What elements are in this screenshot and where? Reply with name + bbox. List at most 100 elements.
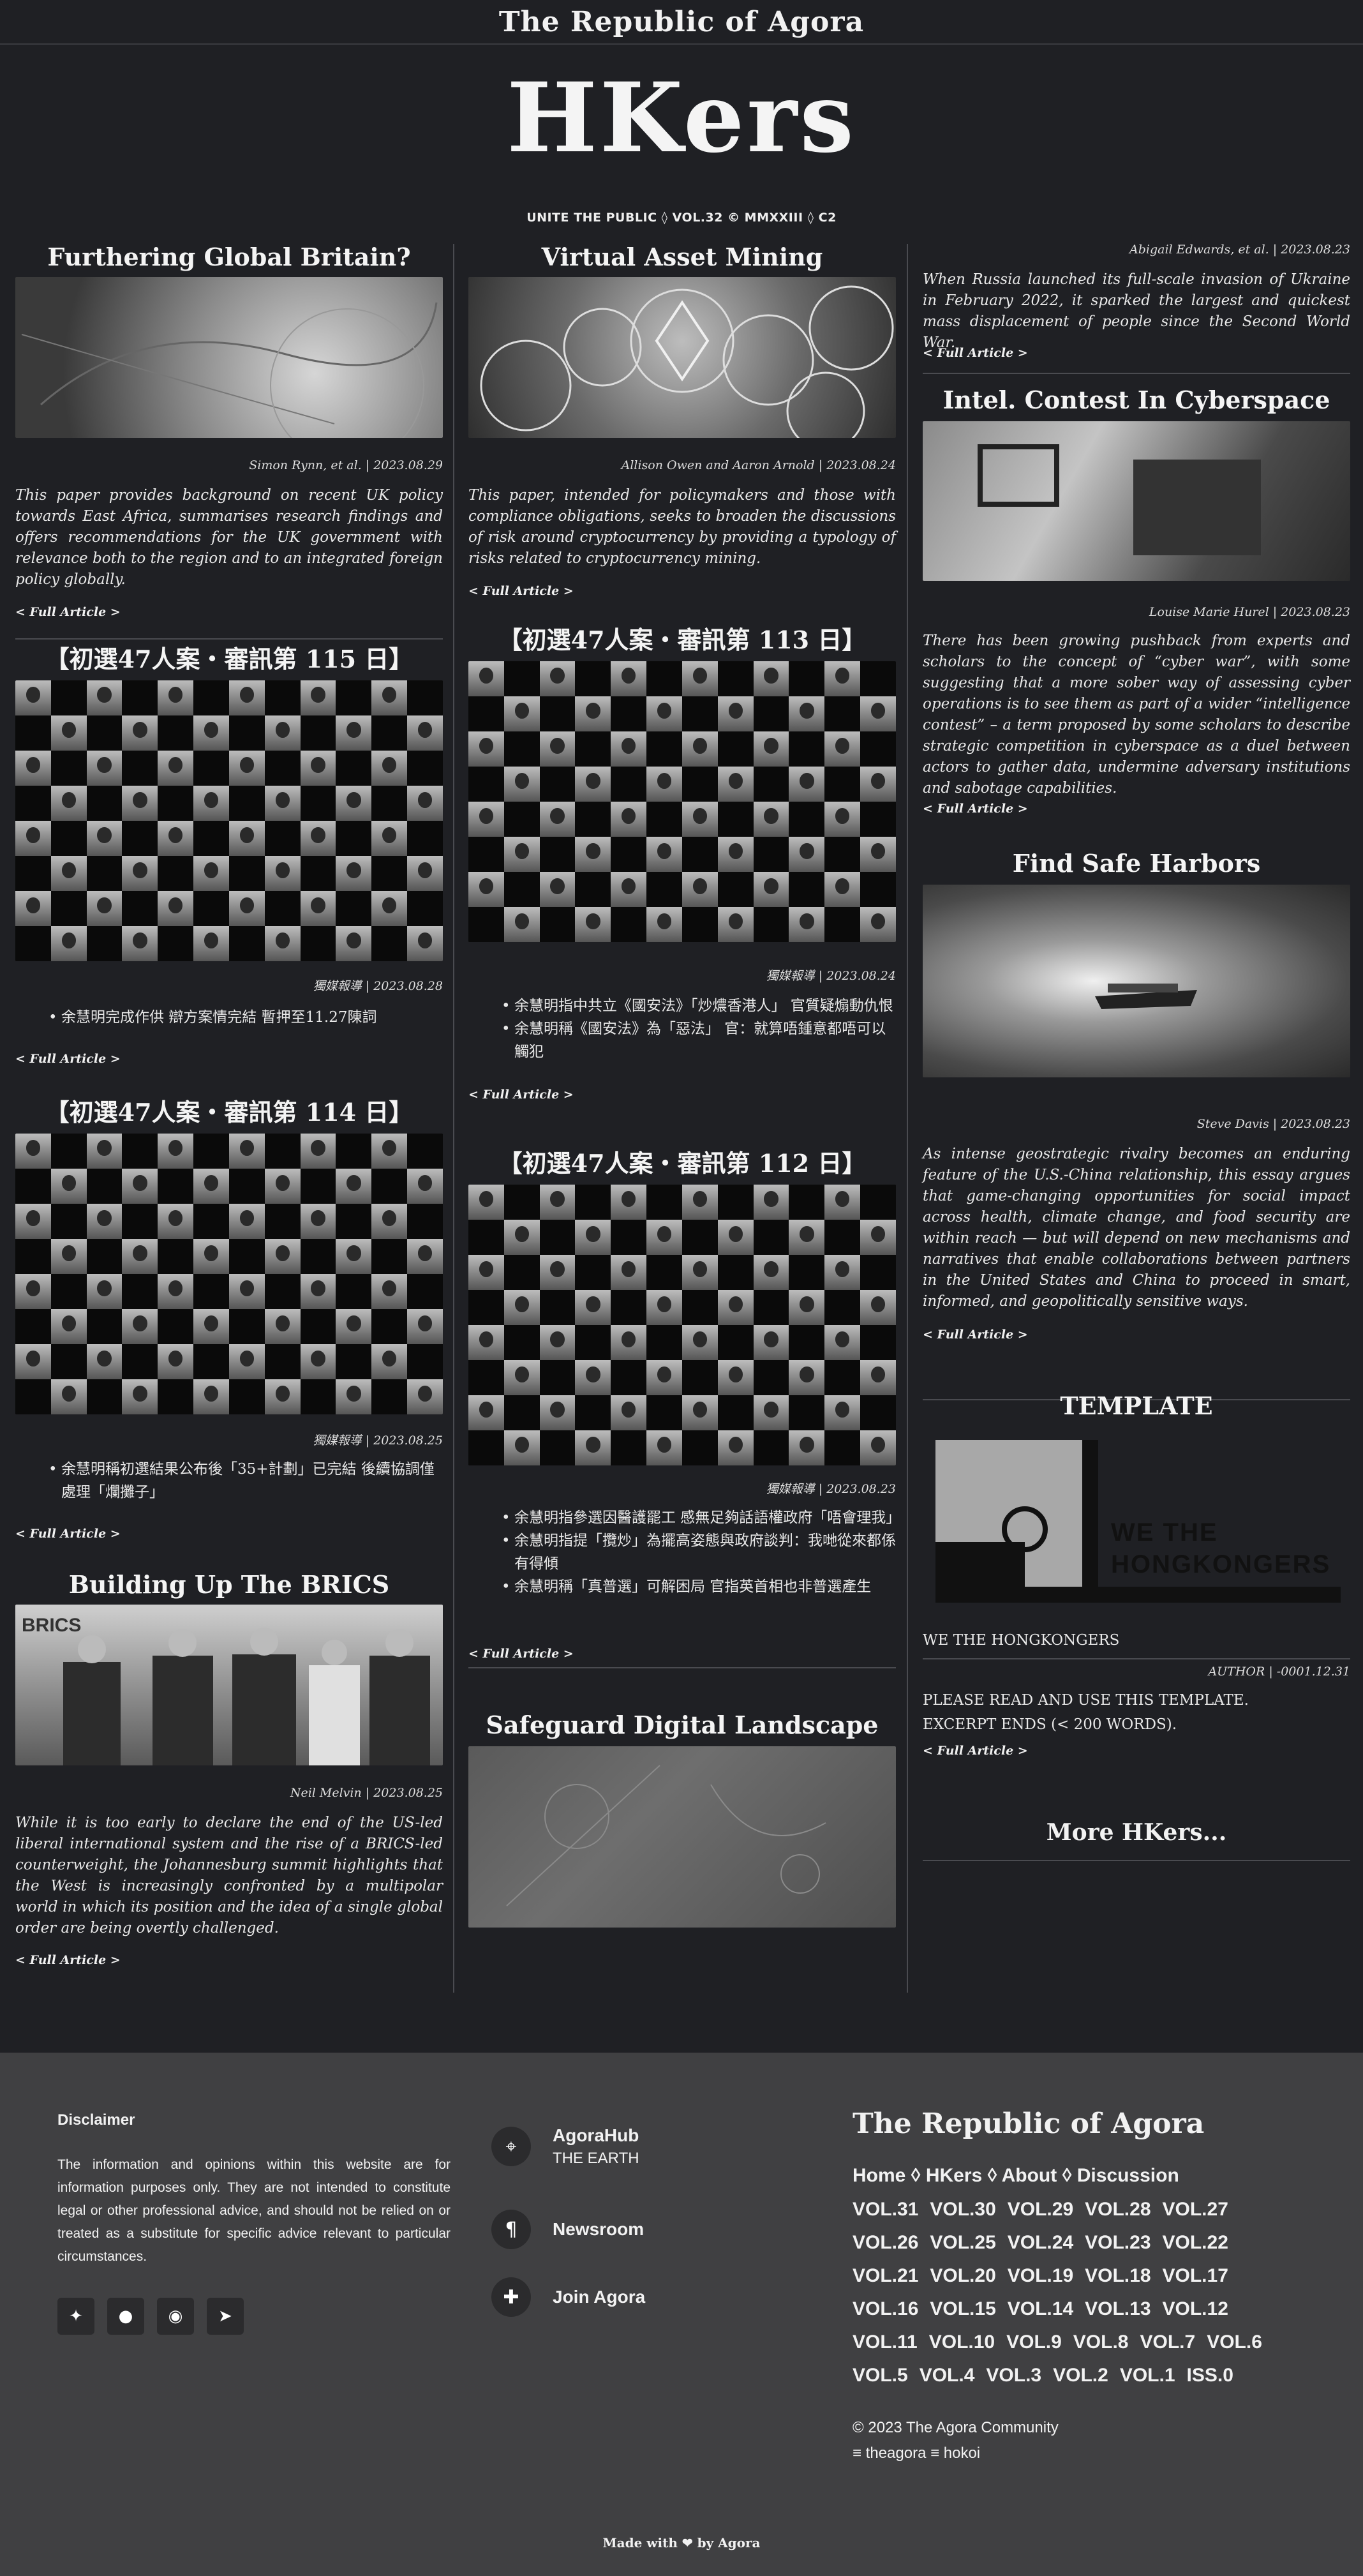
- full-article-link[interactable]: < Full Article >: [923, 802, 1028, 816]
- volume-link[interactable]: VOL.21: [853, 2259, 918, 2293]
- puzzle-icon: ✚: [491, 2277, 531, 2317]
- full-article-link[interactable]: < Full Article >: [923, 346, 1028, 360]
- telegram-icon[interactable]: ➤: [207, 2298, 244, 2335]
- portrait-cell: [407, 1204, 443, 1239]
- volume-link[interactable]: VOL.4: [920, 2359, 975, 2392]
- article-title[interactable]: 【初選47人案・審訊第 113 日】: [468, 625, 896, 655]
- portrait-cell: [717, 1360, 754, 1395]
- full-article-link[interactable]: < Full Article >: [468, 584, 574, 598]
- portrait-cell: [15, 821, 51, 856]
- volume-link[interactable]: VOL.22: [1163, 2226, 1228, 2259]
- full-article-link[interactable]: < Full Article >: [923, 1328, 1028, 1342]
- volume-link[interactable]: VOL.25: [930, 2226, 995, 2259]
- article-image-digital[interactable]: [468, 1746, 896, 1928]
- article-image-cyber[interactable]: [923, 421, 1350, 581]
- portrait-cell: [503, 837, 540, 872]
- site-brand[interactable]: The Republic of Agora: [499, 6, 864, 38]
- hkers-logo[interactable]: HKers: [0, 64, 1363, 172]
- article-image-portraits[interactable]: [15, 1134, 443, 1414]
- footer-link-agorahub[interactable]: ⌖ AgoraHub THE EARTH: [491, 2125, 639, 2168]
- portrait-cell: [50, 786, 87, 821]
- full-article-link[interactable]: < Full Article >: [468, 1647, 574, 1661]
- article-title[interactable]: Find Safe Harbors: [923, 849, 1350, 878]
- article-image-brics[interactable]: BRICS: [15, 1605, 443, 1765]
- more-hkers-link[interactable]: More HKers...: [923, 1819, 1350, 1846]
- volume-link[interactable]: VOL.31: [853, 2193, 918, 2226]
- volume-link[interactable]: VOL.11: [853, 2326, 918, 2359]
- portrait-cell: [50, 1239, 87, 1274]
- volume-link[interactable]: VOL.20: [930, 2259, 995, 2293]
- article-image-portraits[interactable]: [468, 661, 896, 942]
- volume-link[interactable]: VOL.17: [1163, 2259, 1228, 2293]
- volume-link[interactable]: VOL.2: [1053, 2359, 1108, 2392]
- article-title[interactable]: 【初選47人案・審訊第 115 日】: [15, 645, 443, 674]
- volume-link[interactable]: VOL.5: [853, 2359, 908, 2392]
- portrait-cell: [539, 731, 576, 767]
- portrait-cell: [860, 1395, 896, 1430]
- reddit-icon[interactable]: ◉: [157, 2298, 194, 2335]
- portrait-cell: [371, 1274, 408, 1309]
- article-title[interactable]: Virtual Asset Mining: [468, 243, 896, 272]
- volume-link[interactable]: VOL.10: [929, 2326, 995, 2359]
- portrait-cell: [503, 872, 540, 907]
- portrait-cell: [122, 821, 158, 856]
- portrait-cell: [717, 1395, 754, 1430]
- full-article-link[interactable]: < Full Article >: [468, 1088, 574, 1102]
- twitter-icon[interactable]: ✦: [57, 2298, 94, 2335]
- full-article-link[interactable]: < Full Article >: [15, 1052, 121, 1066]
- full-article-link[interactable]: < Full Article >: [923, 1744, 1028, 1758]
- article-title[interactable]: Furthering Global Britain?: [15, 243, 443, 272]
- volume-link[interactable]: VOL.28: [1085, 2193, 1151, 2226]
- portrait-cell: [228, 715, 265, 751]
- portrait-cell: [122, 1239, 158, 1274]
- article-title[interactable]: Building Up The BRICS: [15, 1570, 443, 1599]
- footer-link-join[interactable]: ✚ Join Agora: [491, 2277, 645, 2317]
- article-image-portraits[interactable]: [468, 1185, 896, 1465]
- volume-link[interactable]: VOL.19: [1008, 2259, 1073, 2293]
- article-bullets: 余慧明指參選因醫護罷工 感無足夠話語權政府「唔會理我」 余慧明指提「攬炒」為擺高…: [468, 1506, 900, 1598]
- footer-link-newsroom[interactable]: ¶ Newsroom: [491, 2210, 644, 2249]
- article-image-portraits[interactable]: [15, 680, 443, 961]
- portrait-cell: [264, 891, 301, 926]
- volume-link[interactable]: VOL.27: [1163, 2193, 1228, 2226]
- volume-link[interactable]: VOL.13: [1085, 2293, 1151, 2326]
- volume-link[interactable]: VOL.23: [1085, 2226, 1151, 2259]
- portrait-cell: [336, 1309, 372, 1344]
- volume-link[interactable]: VOL.15: [930, 2293, 995, 2326]
- article-image-coins[interactable]: [468, 277, 896, 438]
- portrait-cell: [228, 786, 265, 821]
- footer-nav[interactable]: Home ◊ HKers ◊ About ◊ Discussion: [853, 2165, 1179, 2187]
- article-title[interactable]: Intel. Contest In Cyberspace: [923, 386, 1350, 415]
- github-icon[interactable]: ●: [107, 2298, 144, 2335]
- volume-link[interactable]: VOL.8: [1073, 2326, 1129, 2359]
- article-title[interactable]: Safeguard Digital Landscape: [468, 1711, 896, 1740]
- article-image-globe[interactable]: [15, 277, 443, 438]
- portrait-cell: [122, 1204, 158, 1239]
- footer-brand[interactable]: The Republic of Agora: [853, 2108, 1204, 2140]
- social-links: ✦ ● ◉ ➤: [57, 2298, 244, 2335]
- full-article-link[interactable]: < Full Article >: [15, 605, 121, 619]
- article-title[interactable]: 【初選47人案・審訊第 114 日】: [15, 1098, 443, 1127]
- volume-link[interactable]: VOL.26: [853, 2226, 918, 2259]
- volume-link[interactable]: VOL.24: [1008, 2226, 1073, 2259]
- volume-link[interactable]: VOL.3: [986, 2359, 1041, 2392]
- volume-link[interactable]: VOL.30: [930, 2193, 995, 2226]
- article-card: Find Safe Harbors Steve Davis | 2023.08.…: [923, 849, 1350, 1342]
- volume-link[interactable]: VOL.9: [1006, 2326, 1062, 2359]
- volume-link[interactable]: VOL.7: [1140, 2326, 1196, 2359]
- volume-link[interactable]: VOL.1: [1120, 2359, 1175, 2392]
- article-image-harbor[interactable]: [923, 885, 1350, 1077]
- social-handles[interactable]: ≡ theagora ≡ hokoi: [853, 2445, 980, 2462]
- volume-link[interactable]: VOL.14: [1008, 2293, 1073, 2326]
- full-article-link[interactable]: < Full Article >: [15, 1953, 121, 1967]
- volume-link[interactable]: VOL.16: [853, 2293, 918, 2326]
- article-title[interactable]: TEMPLATE: [923, 1391, 1350, 1421]
- volume-link[interactable]: VOL.6: [1207, 2326, 1262, 2359]
- volume-link[interactable]: VOL.12: [1163, 2293, 1228, 2326]
- volume-link[interactable]: VOL.29: [1008, 2193, 1073, 2226]
- article-title[interactable]: 【初選47人案・審訊第 112 日】: [468, 1149, 896, 1178]
- full-article-link[interactable]: < Full Article >: [15, 1527, 121, 1541]
- volume-link[interactable]: VOL.18: [1085, 2259, 1151, 2293]
- volume-link[interactable]: ISS.0: [1187, 2359, 1233, 2392]
- article-image-template[interactable]: WE THE HONGKONGERS: [923, 1427, 1350, 1612]
